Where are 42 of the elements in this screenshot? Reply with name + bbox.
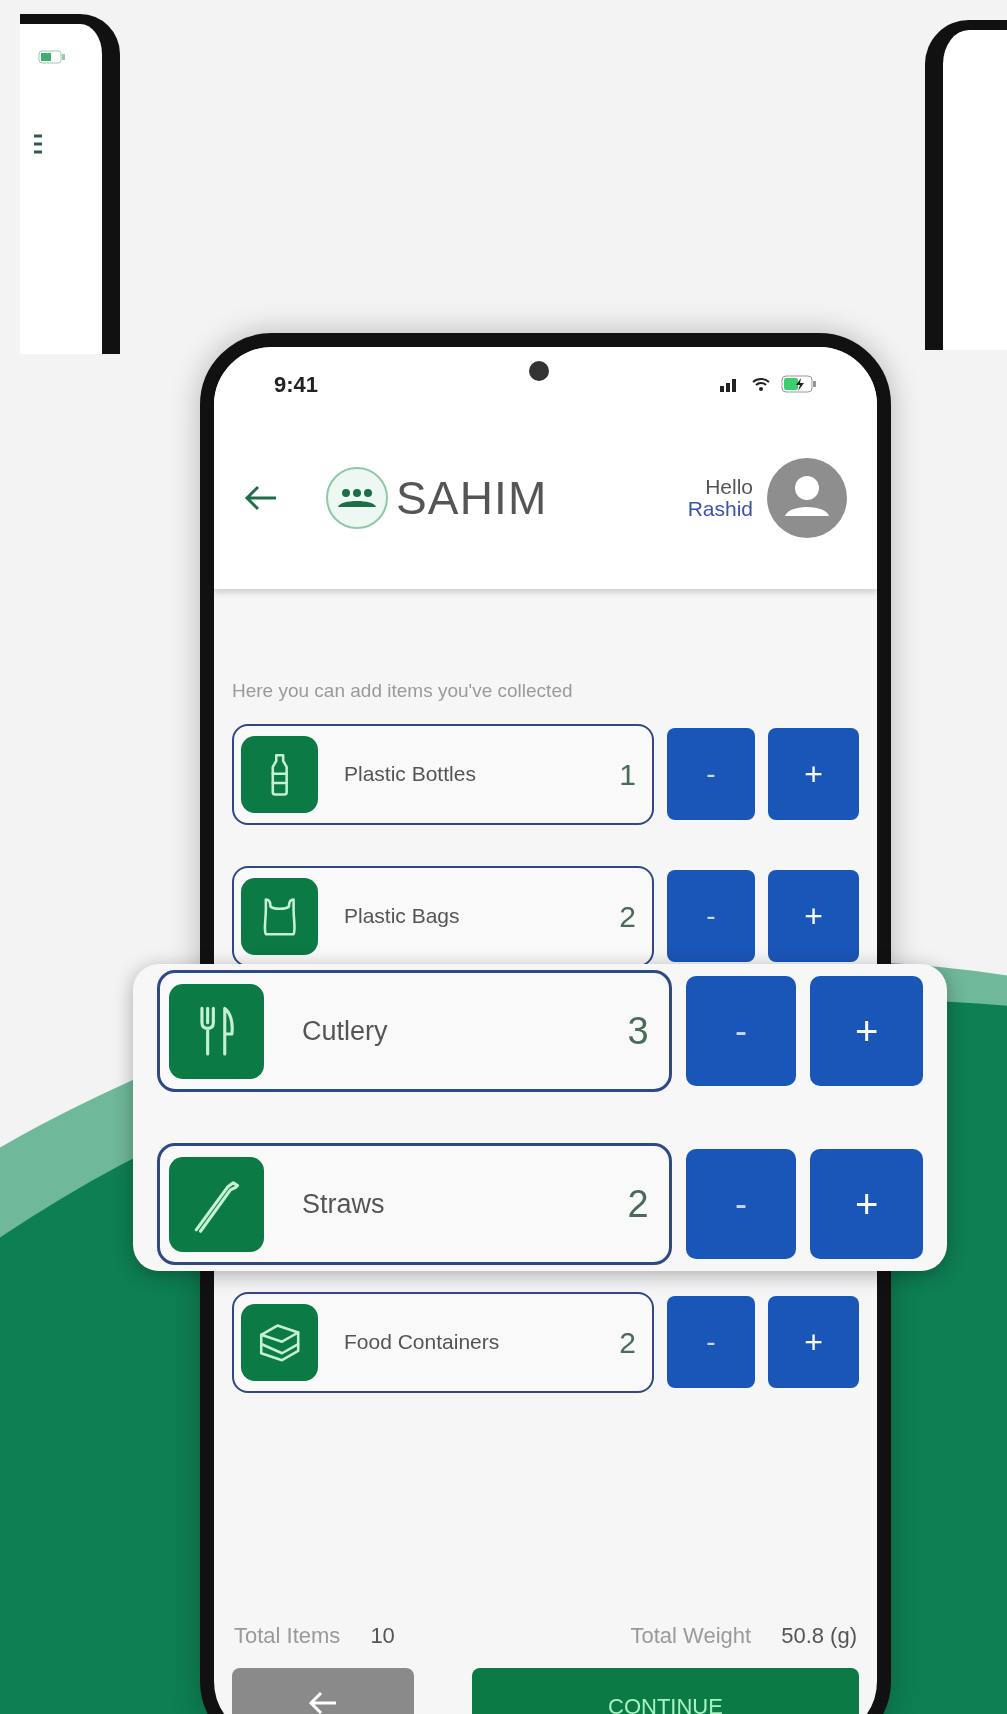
plastic-bag-icon [241,877,318,955]
item-name: Food Containers [344,1329,501,1356]
total-weight-value: 50.8 (g) [781,1621,857,1650]
item-name: Plastic Bottles [344,761,477,788]
total-items-label: Total Items [234,1621,341,1650]
continue-button[interactable]: CONTINUE [472,1667,859,1714]
decrement-button[interactable]: - [685,1149,797,1259]
logo-wordmark: SAHIM [396,470,548,526]
food-container-icon [241,1303,318,1381]
camera-icon [529,361,549,381]
item-count: 3 [627,1008,649,1054]
intro-text: Here you can add items you've collected [232,679,574,703]
item-name: Straws [302,1187,386,1221]
item-name: Cutlery [302,1014,389,1048]
decrement-button[interactable]: - [667,728,755,820]
item-count: 1 [619,756,636,793]
total-weight-label: Total Weight [630,1621,752,1650]
item-count: 2 [619,898,636,935]
battery-icon [38,50,66,64]
increment-button[interactable]: + [810,976,923,1086]
fork-and-knife-icon [169,983,264,1079]
item-count: 2 [619,1324,636,1361]
increment-button[interactable]: + [810,1149,923,1259]
greeting-text: Hello [705,475,753,498]
status-time: 9:41 [274,370,319,399]
wifi-icon [751,376,771,392]
item-name: Plastic Bags [344,903,461,930]
back-arrow-icon [308,1689,338,1714]
decrement-button[interactable]: - [667,870,755,962]
bottle-icon [241,735,318,813]
avatar-icon [767,458,847,538]
item-count: 2 [627,1181,649,1227]
increment-button[interactable]: + [768,728,859,820]
battery-charging-icon [781,375,817,393]
increment-button[interactable]: + [768,1296,859,1388]
back-arrow-icon[interactable] [244,484,278,512]
decrement-button[interactable]: - [667,1296,755,1388]
user-name: Rashid [687,498,753,521]
total-items-value: 10 [370,1621,395,1650]
straw-icon [169,1156,264,1252]
increment-button[interactable]: + [768,870,859,962]
decrement-button[interactable]: - [685,976,797,1086]
